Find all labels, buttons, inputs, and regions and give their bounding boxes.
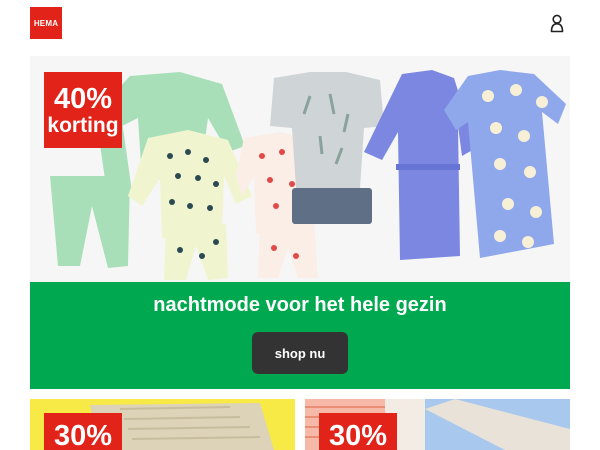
discount-badge: 40% korting xyxy=(44,72,122,148)
discount-badge: 30% xyxy=(44,413,122,450)
hema-logo[interactable]: HEMA xyxy=(30,7,62,39)
account-icon[interactable] xyxy=(547,13,567,33)
hero-title: nachtmode voor het hele gezin xyxy=(153,294,447,316)
promo-tile[interactable]: 30% xyxy=(305,399,570,450)
hero-banner[interactable]: 40% korting nachtmode voor het hele gezi… xyxy=(30,56,570,389)
shop-now-button[interactable]: shop nu xyxy=(252,332,348,374)
hero-green-band: nachtmode voor het hele gezin shop nu xyxy=(30,282,570,389)
promo-tile[interactable]: 30% xyxy=(30,399,295,450)
discount-percent: 40% xyxy=(53,82,113,115)
site-header: HEMA xyxy=(0,0,600,52)
discount-badge: 30% xyxy=(319,413,397,450)
discount-word: korting xyxy=(47,113,119,137)
